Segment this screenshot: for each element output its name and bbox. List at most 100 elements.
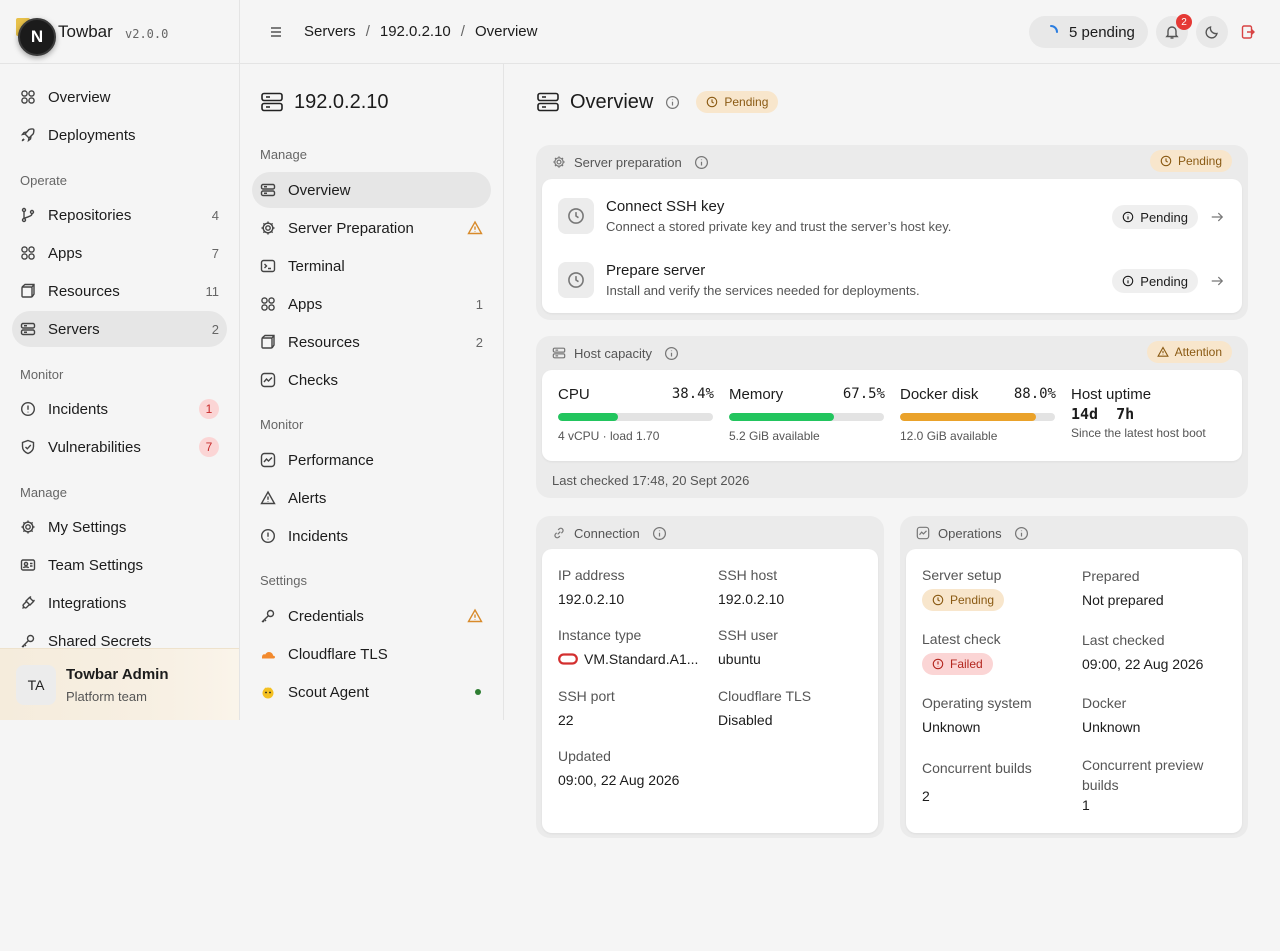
cloud-icon — [260, 646, 276, 662]
brand-version: v2.0.0 — [125, 27, 169, 41]
metric-label: Memory — [729, 386, 784, 403]
subnav-item-count: 1 — [475, 296, 483, 312]
breadcrumb-current: Overview — [474, 23, 538, 40]
user-card[interactable]: TA Towbar Admin Platform team — [0, 648, 239, 720]
page-title: Overview — [570, 90, 654, 113]
field-docker: Docker Unknown — [1082, 695, 1140, 735]
info-icon[interactable] — [1014, 526, 1029, 541]
field-value: 2 — [922, 788, 930, 804]
status-label: Pending — [1140, 273, 1188, 289]
panel-header: Host capacity — [552, 344, 679, 362]
subnav-item-performance[interactable]: Performance — [252, 442, 491, 478]
sidebar-item-label: Deployments — [48, 126, 136, 144]
sidebar-item-incidents[interactable]: Incidents 1 — [12, 391, 227, 427]
info-icon — [1122, 211, 1134, 223]
arrow-right-icon[interactable] — [1210, 274, 1224, 288]
sidebar-item-count: 4 — [211, 207, 219, 223]
field-label: Latest check — [922, 631, 1001, 647]
subnav-item-apps[interactable]: Apps 1 — [252, 286, 491, 322]
menu-icon[interactable] — [268, 24, 284, 40]
subnav-item-cloudflare-tls[interactable]: Cloudflare TLS — [252, 636, 491, 672]
server-icon — [260, 182, 276, 198]
server-icon — [536, 90, 560, 114]
subnav-item-overview[interactable]: Overview — [252, 172, 491, 208]
field-instance-type: Instance type VM.Standard.A1... — [558, 627, 698, 667]
field-label: Instance type — [558, 627, 642, 643]
subnav-item-checks[interactable]: Checks — [252, 362, 491, 398]
brand-logo[interactable]: N — [18, 18, 56, 56]
rocket-icon — [20, 127, 36, 143]
metric-subtext: 12.0 GiB available — [900, 429, 998, 443]
arrow-right-icon[interactable] — [1210, 210, 1224, 224]
metric-bar — [900, 413, 1055, 421]
host-capacity-panel: Host capacity Attention CPU 38.4% 4 vCPU … — [536, 336, 1248, 498]
page-header: Overview Pending — [536, 88, 779, 116]
field-value: Unknown — [922, 719, 981, 735]
capacity-metrics: CPU 38.4% 4 vCPU · load 1.70 Memory 67.5% … — [542, 370, 1242, 461]
server-preparation-panel: Server preparation Pending Connect SSH k… — [536, 145, 1248, 320]
theme-toggle-button[interactable] — [1196, 16, 1228, 48]
task-connect-ssh-key[interactable]: Connect SSH key Connect a stored private… — [542, 182, 1242, 246]
subnav-item-incidents[interactable]: Incidents — [252, 518, 491, 554]
server-icon — [20, 321, 36, 337]
top-bar: Servers / 192.0.2.10 / Overview 5 pendin… — [240, 0, 1280, 64]
sidebar-item-deployments[interactable]: Deployments — [12, 117, 227, 153]
link-icon — [552, 526, 566, 540]
clock-icon — [932, 594, 944, 606]
gear-icon — [20, 519, 36, 535]
task-prepare-server[interactable]: Prepare server Install and verify the se… — [542, 246, 1242, 310]
subnav-item-alerts[interactable]: Alerts — [252, 480, 491, 516]
field-value: 192.0.2.10 — [558, 591, 625, 607]
field-value: ubuntu — [718, 651, 761, 667]
info-icon[interactable] — [652, 526, 667, 541]
subnav-item-resources[interactable]: Resources 2 — [252, 324, 491, 360]
pending-tasks-button[interactable]: 5 pending — [1029, 16, 1148, 48]
sidebar-item-servers[interactable]: Servers 2 — [12, 311, 227, 347]
subnav-item-scout-agent[interactable]: Scout Agent — [252, 674, 491, 710]
sidebar-item-integrations[interactable]: Integrations — [12, 585, 227, 621]
field-value: Disabled — [718, 712, 773, 728]
spinner-icon — [1043, 24, 1059, 40]
panel-header: Server preparation — [552, 153, 709, 171]
info-icon[interactable] — [664, 346, 679, 361]
subnav-item-server-preparation[interactable]: Server Preparation — [252, 210, 491, 246]
field-updated: Updated 09:00, 22 Aug 2026 — [558, 748, 679, 788]
last-checked-text: Last checked 17:48, 20 Sept 2026 — [552, 473, 750, 488]
server-subnav: 192.0.2.10 Manage Overview Server Prepar… — [240, 64, 504, 720]
sidebar-item-count: 7 — [211, 245, 219, 261]
sidebar-item-apps[interactable]: Apps 7 — [12, 235, 227, 271]
sidebar-item-team-settings[interactable]: Team Settings — [12, 547, 227, 583]
field-label: Cloudflare TLS — [718, 688, 812, 704]
breadcrumb-server[interactable]: 192.0.2.10 — [380, 23, 451, 40]
subnav-item-terminal[interactable]: Terminal — [252, 248, 491, 284]
metric-label: CPU — [558, 386, 590, 403]
metric-memory: Memory 67.5% 5.2 GiB available — [729, 386, 885, 443]
breadcrumb-servers[interactable]: Servers — [304, 23, 356, 40]
key-icon — [20, 633, 36, 649]
info-icon[interactable] — [665, 95, 680, 110]
sidebar-item-my-settings[interactable]: My Settings — [12, 509, 227, 545]
sidebar-item-resources[interactable]: Resources 11 — [12, 273, 227, 309]
subnav-item-credentials[interactable]: Credentials — [252, 598, 491, 634]
metric-subtext: 4 vCPU · load 1.70 — [558, 429, 660, 443]
warning-icon — [1156, 346, 1169, 358]
sidebar-item-label: Servers — [48, 320, 100, 338]
sidebar-item-vulnerabilities[interactable]: Vulnerabilities 7 — [12, 429, 227, 465]
sidebar-item-overview[interactable]: Overview — [12, 79, 227, 115]
terminal-icon — [260, 258, 276, 274]
user-name: Towbar Admin — [66, 666, 169, 683]
subnav-section-title: Monitor — [260, 417, 304, 432]
server-icon — [552, 346, 566, 360]
plug-icon — [20, 595, 36, 611]
metric-bar — [729, 413, 884, 421]
field-operating-system: Operating system Unknown — [922, 695, 1032, 735]
status-badge: Attention — [1146, 341, 1232, 363]
info-icon[interactable] — [694, 155, 709, 170]
main-sidebar: N Towbar v2.0.0 Overview Deployments Ope… — [0, 0, 240, 720]
field-ip-address: IP address 192.0.2.10 — [558, 567, 625, 607]
notifications-button[interactable]: 2 — [1156, 14, 1192, 48]
logout-icon[interactable] — [1240, 24, 1256, 40]
sidebar-item-repositories[interactable]: Repositories 4 — [12, 197, 227, 233]
alert-circle-icon — [260, 528, 276, 544]
info-icon — [1122, 275, 1134, 287]
